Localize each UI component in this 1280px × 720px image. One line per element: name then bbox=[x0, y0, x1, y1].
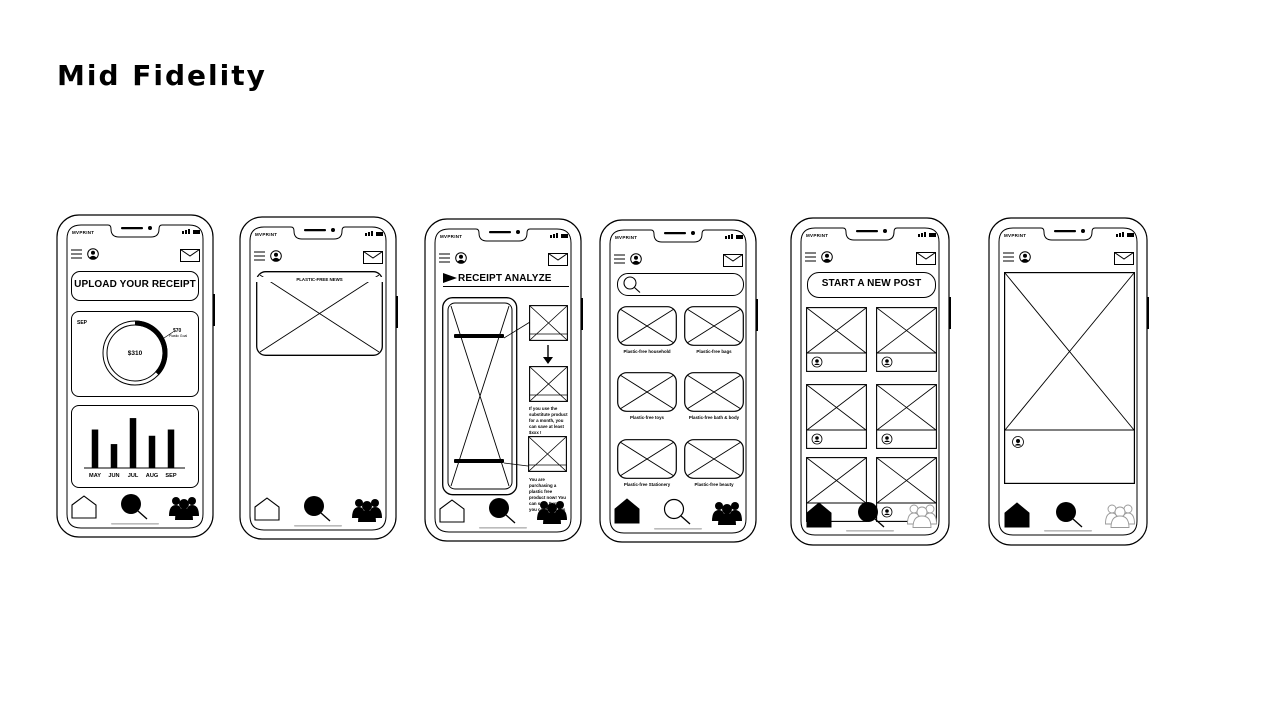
upload-receipt-label: UPLOAD YOUR RECEIPT bbox=[74, 279, 196, 290]
spending-amount: $310 bbox=[127, 350, 143, 357]
profile-icon[interactable] bbox=[821, 251, 833, 263]
search-icon[interactable] bbox=[857, 501, 887, 529]
community-icon[interactable] bbox=[169, 494, 199, 520]
category-label-bags: Plastic-free bags bbox=[696, 349, 732, 354]
category-label-stationery: Plastic-free Stationery bbox=[623, 482, 671, 487]
mail-icon[interactable] bbox=[548, 253, 568, 266]
profile-icon[interactable] bbox=[87, 248, 99, 260]
post-card[interactable] bbox=[876, 307, 937, 372]
community-icon[interactable] bbox=[712, 499, 742, 525]
monthly-bar-chart: MAY JUN JUL AUG SEP bbox=[84, 418, 185, 479]
purchased-product-image[interactable] bbox=[528, 436, 567, 472]
category-label-toys: Plastic-free toys bbox=[630, 415, 664, 420]
chart-tick-label: MAY bbox=[89, 473, 101, 479]
profile-icon[interactable] bbox=[630, 253, 642, 265]
post-card[interactable] bbox=[806, 307, 867, 372]
profile-icon[interactable] bbox=[1019, 251, 1031, 263]
profile-icon[interactable] bbox=[455, 252, 467, 264]
profile-icon[interactable] bbox=[270, 250, 282, 262]
search-bar-icon bbox=[623, 276, 641, 293]
community-icon[interactable] bbox=[1105, 502, 1135, 528]
phone-post-detail: MVPRINT bbox=[988, 217, 1150, 547]
search-icon[interactable] bbox=[663, 498, 693, 526]
post-card[interactable] bbox=[806, 384, 867, 449]
category-image-beauty[interactable] bbox=[684, 439, 744, 479]
search-icon[interactable] bbox=[1055, 501, 1085, 529]
chart-bar bbox=[110, 444, 118, 468]
start-new-post-label: START A NEW POST bbox=[821, 278, 922, 289]
mail-icon[interactable] bbox=[363, 251, 383, 264]
category-image-household[interactable] bbox=[617, 306, 677, 346]
category-label-bath-body: Plastic-free bath & body bbox=[688, 415, 740, 420]
chart-bar bbox=[148, 435, 156, 468]
home-icon[interactable] bbox=[71, 495, 97, 519]
menu-icon[interactable] bbox=[614, 253, 626, 265]
phone-receipt-analyze: MVPRINT RECEIPT ANALYZE If you use the s… bbox=[424, 218, 584, 543]
status-bar-brand: MVPRINT bbox=[615, 235, 638, 240]
menu-icon[interactable] bbox=[71, 248, 83, 260]
substitute-product-image[interactable] bbox=[529, 366, 568, 402]
community-icon[interactable] bbox=[352, 496, 382, 522]
menu-icon[interactable] bbox=[1003, 251, 1015, 263]
chart-tick-label: JUL bbox=[128, 473, 139, 479]
news-image-placeholder[interactable] bbox=[256, 271, 383, 356]
home-icon[interactable] bbox=[1004, 502, 1030, 528]
search-icon[interactable] bbox=[488, 497, 518, 525]
phone-news: MVPRINT PLASTIC-FREE NEWS bbox=[239, 216, 399, 541]
search-icon[interactable] bbox=[303, 495, 333, 523]
post-detail-card[interactable] bbox=[1004, 272, 1135, 484]
search-icon[interactable] bbox=[120, 493, 150, 521]
goal-caption: Plastic Goal bbox=[169, 334, 188, 338]
mail-icon[interactable] bbox=[723, 254, 743, 267]
phone-search-categories: MVPRINT Plastic-free household Plastic-f… bbox=[599, 219, 759, 544]
category-image-bags[interactable] bbox=[684, 306, 744, 346]
mail-icon[interactable] bbox=[180, 249, 200, 262]
category-image-bath-body[interactable] bbox=[684, 372, 744, 412]
chart-bar bbox=[167, 429, 175, 468]
receipt-analyze-title: RECEIPT ANALYZE bbox=[458, 273, 552, 284]
chart-tick-label: SEP bbox=[165, 473, 176, 479]
play-icon bbox=[443, 273, 457, 283]
status-bar-brand: MVPRINT bbox=[1004, 233, 1027, 238]
chart-bar bbox=[91, 429, 99, 468]
mail-icon[interactable] bbox=[1114, 252, 1134, 265]
chart-tick-label: JUN bbox=[108, 473, 119, 479]
month-label: SEP bbox=[77, 320, 88, 326]
chart-tick-label: AUG bbox=[146, 473, 158, 479]
substitute-tip-text: If you use the substitute product for a … bbox=[529, 406, 568, 435]
mail-icon[interactable] bbox=[916, 252, 936, 265]
post-card[interactable] bbox=[876, 384, 937, 449]
category-label-household: Plastic-free household bbox=[623, 349, 671, 354]
chart-bar bbox=[129, 418, 137, 468]
community-icon[interactable] bbox=[537, 498, 567, 524]
community-icon[interactable] bbox=[907, 502, 937, 528]
menu-icon[interactable] bbox=[805, 251, 817, 263]
menu-icon[interactable] bbox=[254, 250, 266, 262]
home-icon[interactable] bbox=[614, 498, 640, 524]
status-bar-brand: MVPRINT bbox=[72, 230, 95, 235]
status-bar-brand: MVPRINT bbox=[255, 232, 278, 237]
category-image-stationery[interactable] bbox=[617, 439, 677, 479]
phone-upload-receipt: MVPRINT UPLOAD YOUR RECEIPT SEP $310 $70… bbox=[56, 214, 216, 539]
page-title: Mid Fidelity bbox=[57, 59, 267, 92]
home-icon[interactable] bbox=[806, 502, 832, 528]
home-icon[interactable] bbox=[439, 499, 465, 523]
category-label-beauty: Plastic-free beauty bbox=[694, 482, 734, 487]
status-bar-brand: MVPRINT bbox=[440, 234, 463, 239]
title-underline bbox=[443, 286, 569, 287]
category-image-toys[interactable] bbox=[617, 372, 677, 412]
status-bar-brand: MVPRINT bbox=[806, 233, 829, 238]
original-product-image[interactable] bbox=[529, 305, 568, 341]
phone-community-posts: MVPRINT START A NEW POST bbox=[790, 217, 952, 547]
home-icon[interactable] bbox=[254, 497, 280, 521]
news-title: PLASTIC-FREE NEWS bbox=[256, 277, 383, 282]
phone-frame bbox=[239, 216, 398, 540]
menu-icon[interactable] bbox=[439, 252, 451, 264]
